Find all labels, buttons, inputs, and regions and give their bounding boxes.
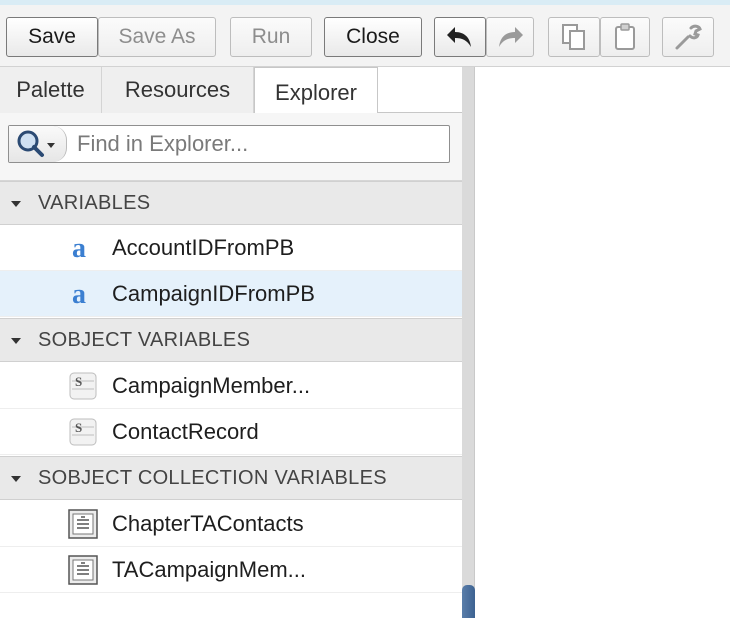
tree-item-campaignidfrompb[interactable]: a CampaignIDFromPB: [0, 271, 462, 317]
paste-icon: [615, 23, 635, 50]
tab-palette[interactable]: Palette: [0, 67, 102, 113]
collapse-caret-icon: [11, 338, 21, 344]
undo-icon: [447, 27, 471, 47]
tab-resources[interactable]: Resources: [102, 67, 254, 113]
text-variable-icon: a: [72, 279, 86, 309]
search-row: [0, 113, 462, 181]
copy-button[interactable]: [548, 17, 600, 57]
sobject-icon: S: [69, 372, 97, 400]
svg-text:S: S: [75, 374, 82, 389]
scrollbar-thumb[interactable]: [462, 585, 475, 618]
section-title: VARIABLES: [38, 192, 151, 214]
undo-button[interactable]: [434, 17, 486, 57]
redo-icon: [499, 27, 523, 47]
tree-item-accountidfrompb[interactable]: a AccountIDFromPB: [0, 225, 462, 271]
copy-icon: [562, 24, 585, 50]
redo-button[interactable]: [486, 17, 534, 57]
svg-text:S: S: [75, 420, 82, 435]
collapse-caret-icon: [11, 201, 21, 207]
svg-text:a: a: [72, 233, 86, 263]
item-label: AccountIDFromPB: [112, 235, 295, 260]
section-header-sobject-variables[interactable]: SOBJECT VARIABLES: [0, 318, 462, 362]
item-label: TACampaignMem...: [112, 557, 306, 582]
text-variable-icon: a: [72, 233, 86, 263]
item-label: CampaignMember...: [112, 373, 311, 398]
collapse-caret-icon: [11, 476, 21, 482]
item-label: ContactRecord: [112, 419, 259, 444]
tree-item-contactrecord[interactable]: S ContactRecord: [0, 409, 462, 455]
section-header-variables[interactable]: VARIABLES: [0, 181, 462, 225]
collection-icon: [68, 555, 98, 585]
tree-item-tacampaignmem[interactable]: TACampaignMem...: [0, 547, 462, 593]
toolbar: Save Save As Run Close: [0, 5, 730, 67]
section-header-sobject-collection-variables[interactable]: SOBJECT COLLECTION VARIABLES: [0, 456, 462, 500]
save-button[interactable]: Save: [6, 17, 98, 57]
tab-explorer[interactable]: Explorer: [254, 67, 378, 114]
panel-tabs: Palette Resources Explorer: [0, 67, 462, 114]
section-title: SOBJECT COLLECTION VARIABLES: [38, 467, 387, 489]
item-label: CampaignIDFromPB: [112, 281, 315, 306]
tree-item-campaignmember[interactable]: S CampaignMember...: [0, 363, 462, 409]
section-title: SOBJECT VARIABLES: [38, 329, 251, 351]
sobject-icon: S: [69, 418, 97, 446]
collection-icon: [68, 509, 98, 539]
close-button[interactable]: Close: [324, 17, 422, 57]
item-label: ChapterTAContacts: [112, 511, 304, 536]
panel-splitter[interactable]: [462, 67, 475, 618]
svg-text:a: a: [72, 279, 86, 309]
explorer-panel: Palette Resources Explorer VARIABLES a A…: [0, 67, 462, 618]
search-input[interactable]: [77, 129, 443, 159]
search-box: [8, 125, 450, 163]
wrench-icon: [675, 24, 702, 50]
flow-canvas[interactable]: [476, 67, 730, 618]
run-button[interactable]: Run: [230, 17, 312, 57]
save-as-button[interactable]: Save As: [98, 17, 216, 57]
tree-item-chaptertacontacts[interactable]: ChapterTAContacts: [0, 501, 462, 547]
search-options-button[interactable]: [9, 126, 67, 162]
paste-button[interactable]: [600, 17, 650, 57]
magnifier-icon: [17, 130, 55, 157]
settings-button[interactable]: [662, 17, 714, 57]
